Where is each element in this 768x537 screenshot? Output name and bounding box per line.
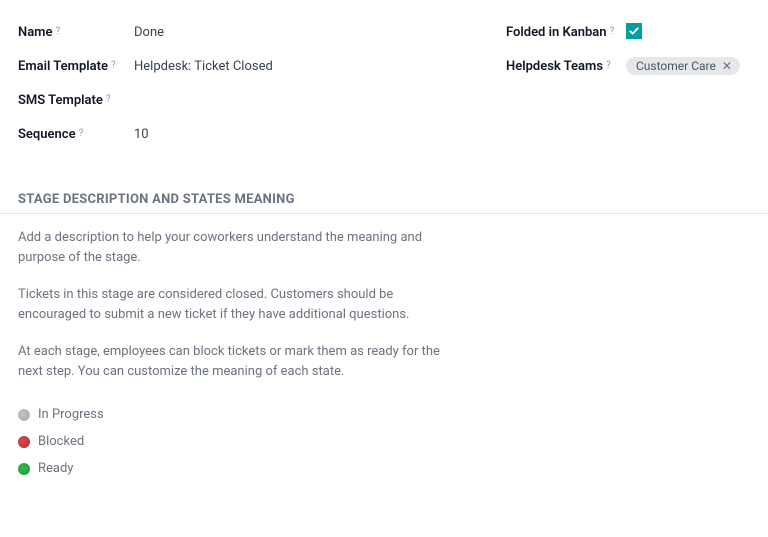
helpdesk-teams-value[interactable]: Customer Care ✕ — [626, 57, 750, 75]
help-icon[interactable]: ? — [111, 60, 116, 71]
help-icon[interactable]: ? — [106, 94, 111, 105]
field-sms-template: SMS Template ? — [18, 84, 458, 116]
status-dot-grey-icon — [18, 409, 30, 421]
status-dot-green-icon — [18, 463, 30, 475]
section-divider — [0, 213, 768, 214]
team-tag[interactable]: Customer Care ✕ — [626, 57, 740, 75]
state-label: Blocked — [38, 434, 84, 449]
state-label: In Progress — [38, 407, 104, 422]
folded-kanban-checkbox[interactable] — [626, 23, 642, 39]
state-blocked[interactable]: Blocked — [18, 434, 750, 449]
sequence-label: Sequence ? — [18, 127, 134, 142]
close-icon[interactable]: ✕ — [722, 60, 732, 72]
help-icon[interactable]: ? — [55, 26, 60, 37]
description-body[interactable]: Tickets in this stage are considered clo… — [18, 285, 448, 324]
team-tag-label: Customer Care — [636, 59, 716, 73]
sms-template-label: SMS Template ? — [18, 93, 134, 108]
state-ready[interactable]: Ready — [18, 461, 750, 476]
helpdesk-teams-label: Helpdesk Teams ? — [506, 59, 626, 74]
description-intro: Add a description to help your coworkers… — [18, 228, 448, 267]
help-icon[interactable]: ? — [606, 60, 611, 71]
folded-kanban-label: Folded in Kanban ? — [506, 25, 626, 40]
description-footer: At each stage, employees can block ticke… — [18, 342, 448, 381]
email-template-value[interactable]: Helpdesk: Ticket Closed — [134, 59, 458, 74]
field-name: Name ? Done — [18, 16, 458, 48]
section-title: STAGE DESCRIPTION AND STATES MEANING — [18, 192, 750, 207]
field-folded-kanban: Folded in Kanban ? — [506, 16, 750, 48]
folded-kanban-value — [626, 23, 750, 41]
check-icon — [628, 25, 640, 37]
field-email-template: Email Template ? Helpdesk: Ticket Closed — [18, 50, 458, 82]
name-value[interactable]: Done — [134, 25, 458, 40]
state-list: In Progress Blocked Ready — [18, 407, 750, 476]
email-template-label: Email Template ? — [18, 59, 134, 74]
help-icon[interactable]: ? — [79, 128, 84, 139]
name-label: Name ? — [18, 25, 134, 40]
field-helpdesk-teams: Helpdesk Teams ? Customer Care ✕ — [506, 50, 750, 82]
state-label: Ready — [38, 461, 73, 476]
state-in-progress[interactable]: In Progress — [18, 407, 750, 422]
sequence-value[interactable]: 10 — [134, 127, 458, 142]
status-dot-red-icon — [18, 436, 30, 448]
field-sequence: Sequence ? 10 — [18, 118, 458, 150]
help-icon[interactable]: ? — [610, 26, 615, 37]
